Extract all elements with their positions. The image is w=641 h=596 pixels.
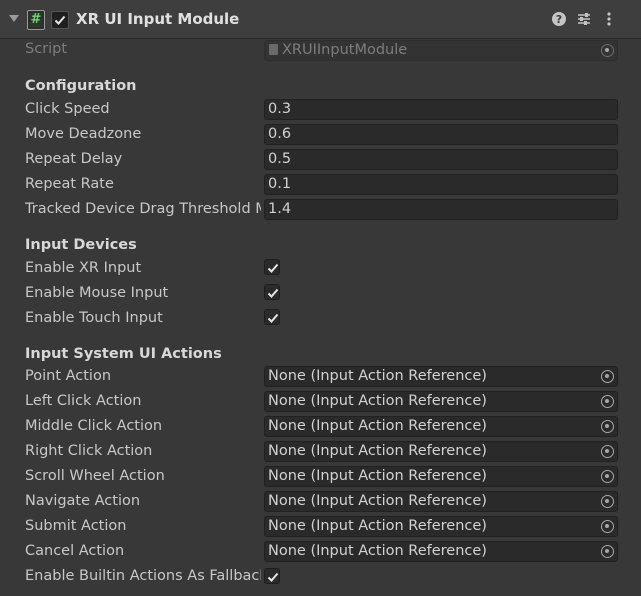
checkmark-icon [267,263,279,273]
configuration-heading: Configuration [25,78,137,94]
object-picker-icon[interactable] [601,545,614,558]
submit-action-label: Submit Action [25,518,127,534]
point-action-value: None (Input Action Reference) [268,368,487,384]
point-action-field[interactable]: None (Input Action Reference) [264,366,618,387]
left-click-action-label: Left Click Action [25,393,142,409]
checkmark-icon [267,288,279,298]
navigate-action-field[interactable]: None (Input Action Reference) [264,491,618,512]
help-button[interactable]: ? [550,10,568,28]
cancel-action-value: None (Input Action Reference) [268,543,487,559]
cancel-action-label: Cancel Action [25,543,125,559]
right-click-action-field[interactable]: None (Input Action Reference) [264,441,618,462]
presets-button[interactable] [575,10,593,28]
actions-heading: Input System UI Actions [25,346,222,362]
scroll-wheel-action-field[interactable]: None (Input Action Reference) [264,466,618,487]
object-picker-icon[interactable] [601,445,614,458]
object-picker-icon[interactable] [601,470,614,483]
move-deadzone-field[interactable]: 0.6 [264,124,618,145]
object-picker-icon [601,44,614,57]
scroll-wheel-action-label: Scroll Wheel Action [25,468,165,484]
context-menu-icon [607,12,611,26]
point-action-label: Point Action [25,368,112,384]
object-picker-icon[interactable] [601,520,614,533]
submit-action-field[interactable]: None (Input Action Reference) [264,516,618,537]
object-picker-icon[interactable] [601,395,614,408]
cancel-action-field[interactable]: None (Input Action Reference) [264,541,618,562]
middle-click-action-value: None (Input Action Reference) [268,418,487,434]
click-speed-field[interactable]: 0.3 [264,99,618,120]
middle-click-action-label: Middle Click Action [25,418,163,434]
builtin-fallback-checkbox[interactable] [264,568,280,584]
enable-touch-input-checkbox[interactable] [264,309,280,325]
move-deadzone-label: Move Deadzone [25,126,142,142]
csharp-script-icon: # [27,10,45,30]
submit-action-value: None (Input Action Reference) [268,518,487,534]
enable-mouse-input-checkbox[interactable] [264,284,280,300]
script-value: XRUIInputModule [282,42,408,58]
navigate-action-value: None (Input Action Reference) [268,493,487,509]
component-title: XR UI Input Module [76,10,240,28]
drag-threshold-field[interactable]: 1.4 [264,199,618,220]
presets-icon [578,13,590,25]
drag-threshold-label: Tracked Device Drag Threshold Multiplier [25,201,261,217]
checkmark-icon [267,572,279,582]
object-picker-icon[interactable] [601,495,614,508]
script-field: XRUIInputModule [264,40,618,61]
help-icon: ? [552,12,566,26]
object-picker-icon[interactable] [601,420,614,433]
enable-xr-input-label: Enable XR Input [25,260,142,276]
left-click-action-value: None (Input Action Reference) [268,393,487,409]
right-click-action-label: Right Click Action [25,443,153,459]
checkmark-icon [267,313,279,323]
svg-text:?: ? [556,13,562,26]
input-devices-heading: Input Devices [25,237,137,253]
object-picker-icon[interactable] [601,370,614,383]
component-header: # XR UI Input Module ? [0,0,641,39]
middle-click-action-field[interactable]: None (Input Action Reference) [264,416,618,437]
navigate-action-label: Navigate Action [25,493,141,509]
repeat-delay-field[interactable]: 0.5 [264,149,618,170]
checkmark-icon [54,15,66,25]
click-speed-label: Click Speed [25,101,110,117]
repeat-delay-label: Repeat Delay [25,151,123,167]
csharp-script-icon [269,44,278,55]
builtin-fallback-label: Enable Builtin Actions As Fallback [25,568,261,584]
enable-touch-input-label: Enable Touch Input [25,310,163,326]
repeat-rate-label: Repeat Rate [25,176,114,192]
enable-xr-input-checkbox[interactable] [264,259,280,275]
scroll-wheel-action-value: None (Input Action Reference) [268,468,487,484]
context-menu-button[interactable] [600,10,618,28]
enable-mouse-input-label: Enable Mouse Input [25,285,169,301]
foldout-arrow-icon[interactable] [9,15,19,22]
right-click-action-value: None (Input Action Reference) [268,443,487,459]
repeat-rate-field[interactable]: 0.1 [264,174,618,195]
component-enabled-toggle[interactable] [51,11,69,29]
script-label: Script [25,41,68,57]
left-click-action-field[interactable]: None (Input Action Reference) [264,391,618,412]
